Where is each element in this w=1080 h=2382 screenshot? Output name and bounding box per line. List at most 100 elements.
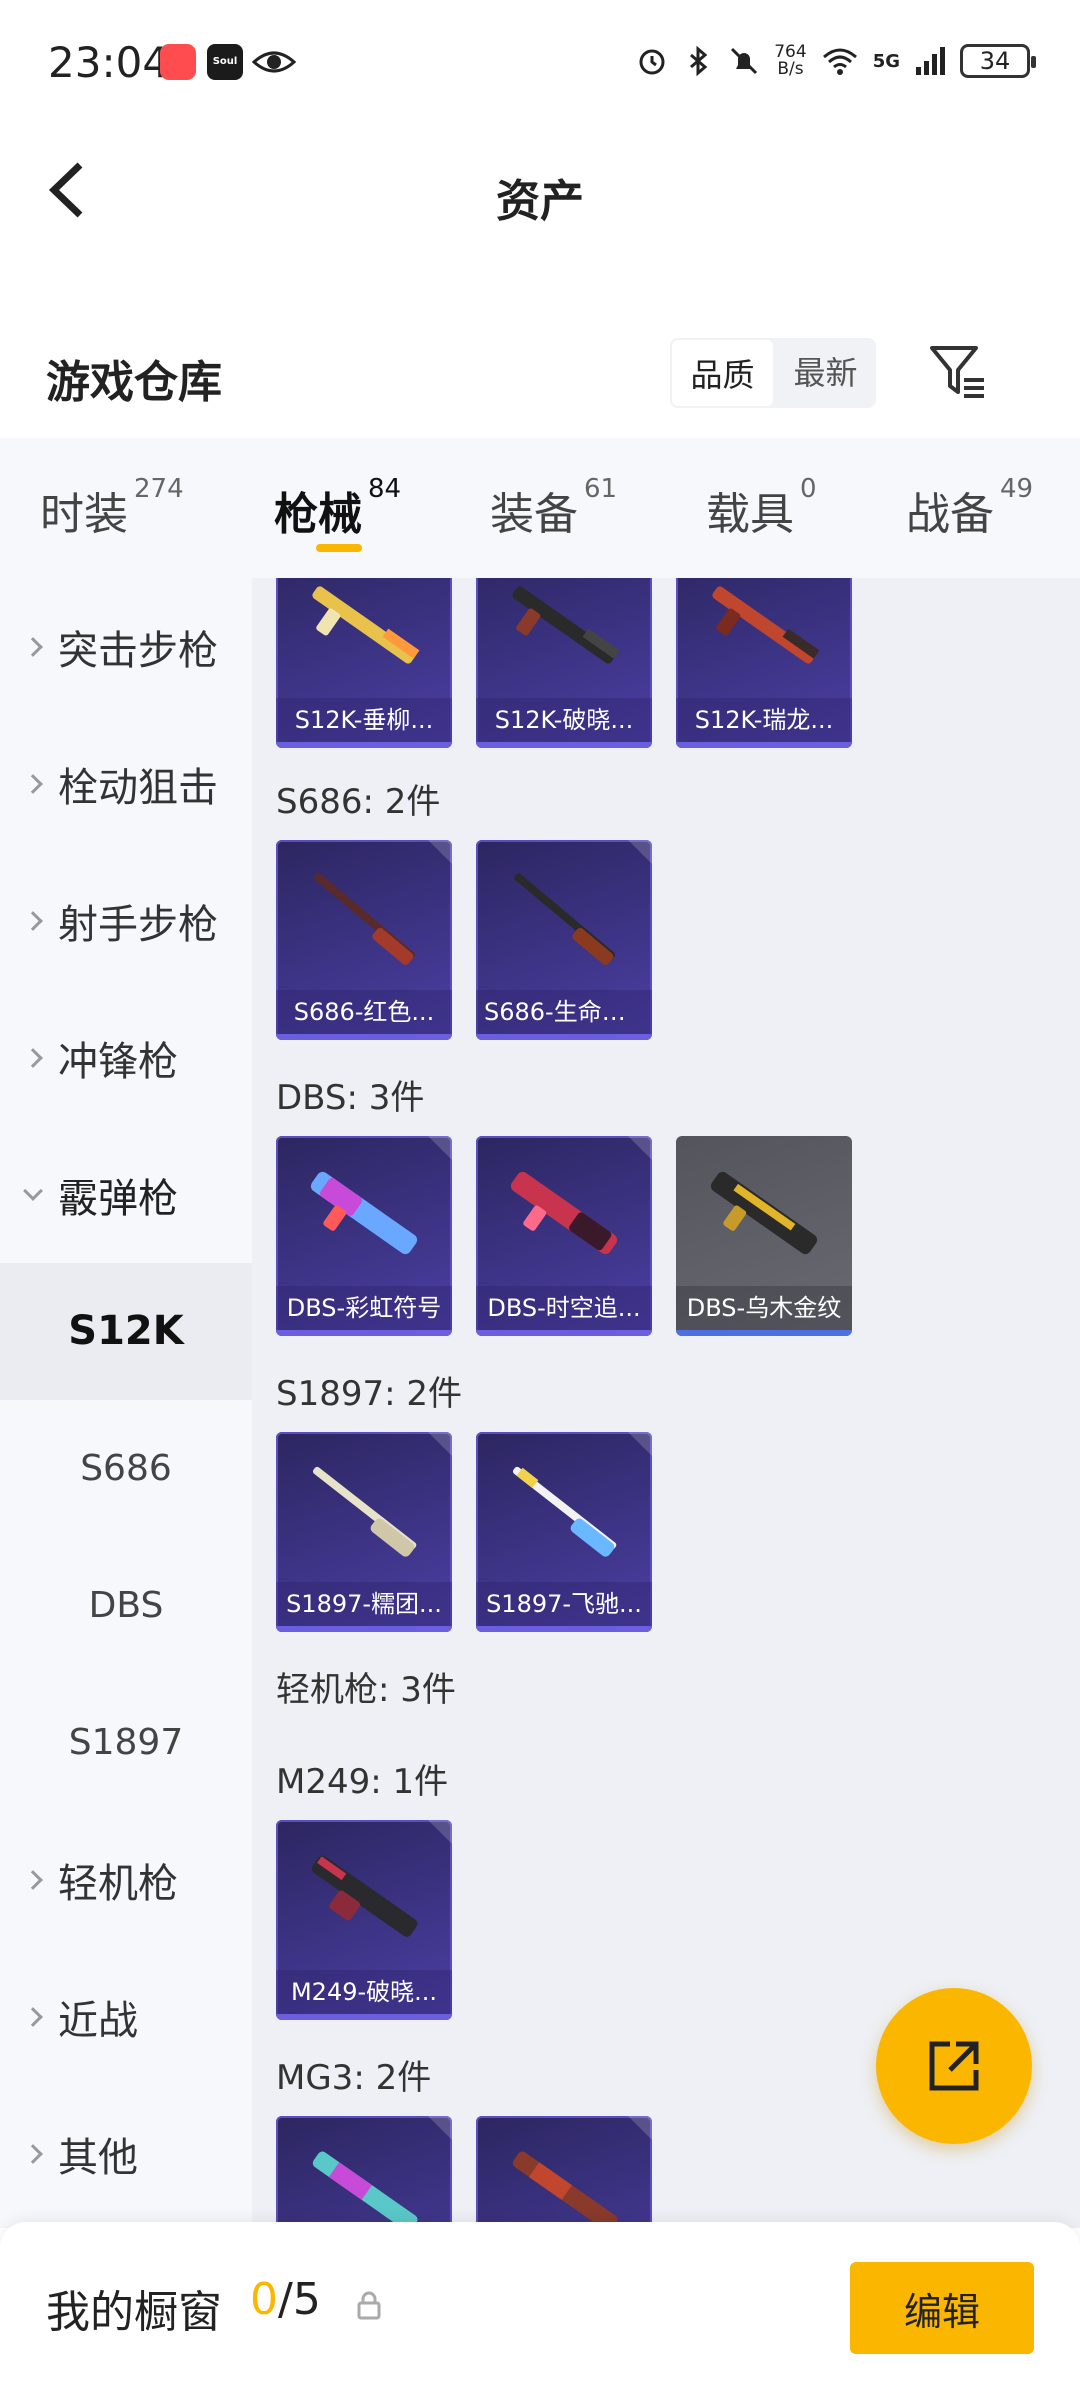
group-label: S686: 2件 — [276, 782, 441, 822]
weapon-skin-grid: S12K-垂柳... S12K-破晓... S12K-瑞龙... S686: 2… — [252, 578, 1080, 2228]
alarm-icon — [639, 49, 665, 75]
page-title: 资产 — [496, 176, 584, 227]
weapon-card[interactable] — [476, 2116, 652, 2228]
chevron-right-icon — [23, 773, 43, 794]
weapon-card[interactable]: DBS-时空追... — [476, 1136, 652, 1336]
showcase-label: 我的橱窗 — [46, 2287, 222, 2338]
chevron-right-icon — [23, 2006, 43, 2027]
sort-newest-option[interactable]: 最新 — [775, 338, 876, 408]
machine-gun-icon — [311, 1855, 418, 1937]
sidebar-item-other[interactable]: 其他 — [0, 2085, 252, 2222]
edit-button[interactable]: 编辑 — [850, 2262, 1034, 2354]
sidebar-item-label: 霰弹枪 — [58, 1175, 178, 1222]
weapon-card[interactable] — [276, 2116, 452, 2228]
network-type: 5G — [872, 50, 900, 72]
group-label: S1897: 2件 — [276, 1374, 463, 1414]
active-tab-indicator — [316, 544, 362, 552]
title-bar: 资产 — [0, 125, 1080, 255]
showcase-count: 0/5 — [250, 2274, 321, 2325]
tab-vehicles[interactable]: 载具 0 — [706, 474, 817, 542]
weapon-card[interactable]: M249-破晓... — [276, 1820, 452, 2020]
card-name: S1897-飞驰... — [476, 1582, 652, 1626]
sidebar-item-label: 突击步枪 — [58, 627, 218, 674]
card-name: S686-红色... — [276, 990, 452, 1034]
sort-toggle: 品质 最新 — [670, 338, 876, 408]
status-bar: 23:04 Soul 764 B/s 5G 34 — [0, 0, 1080, 125]
sidebar-item-assault-rifle[interactable]: 突击步枪 — [0, 578, 252, 715]
chevron-right-icon — [23, 2143, 43, 2164]
signal-icon — [916, 47, 945, 75]
battery-indicator: 34 — [960, 44, 1036, 78]
chevron-right-icon — [23, 1047, 43, 1068]
category-tabs: 时装 274 枪械 84 装备 61 载具 0 战备 49 — [0, 438, 1080, 578]
showcase-bar: 我的橱窗 0/5 编辑 — [0, 2222, 1080, 2382]
card-name: S12K-破晓... — [476, 698, 652, 742]
group-label: 轻机枪: 3件 — [276, 1670, 456, 1710]
soul-app-icon: Soul — [207, 44, 243, 80]
weapon-category-sidebar: 突击步枪 栓动狙击 射手步枪 冲锋枪 霰弹枪 S12K S686 DBS S18… — [0, 578, 252, 2228]
weapon-card[interactable]: S12K-瑞龙... — [676, 578, 852, 748]
shotgun-icon — [314, 873, 416, 965]
chevron-down-icon — [23, 1180, 43, 1201]
sidebar-item-smg[interactable]: 冲锋枪 — [0, 989, 252, 1126]
shotgun-icon — [514, 873, 616, 965]
sort-quality-option[interactable]: 品质 — [670, 338, 775, 408]
shotgun-icon — [710, 1171, 818, 1255]
weapon-card[interactable]: S12K-垂柳... — [276, 578, 452, 748]
sidebar-sub-s12k[interactable]: S12K — [0, 1263, 252, 1400]
weapon-card[interactable]: S686-红色... — [276, 840, 452, 1040]
rifle-icon — [512, 586, 620, 664]
share-fab[interactable] — [876, 1988, 1032, 2144]
tab-fashion[interactable]: 时装 274 — [40, 474, 184, 542]
filter-icon[interactable] — [926, 340, 990, 404]
shotgun-icon — [510, 1171, 618, 1255]
card-name: S12K-瑞龙... — [676, 698, 852, 742]
chevron-right-icon — [23, 636, 43, 657]
tab-firearms[interactable]: 枪械 84 — [274, 474, 401, 542]
rifle-icon — [312, 586, 420, 664]
tab-supplies[interactable]: 战备 49 — [906, 474, 1033, 542]
sidebar-sub-s686[interactable]: S686 — [0, 1400, 252, 1537]
sidebar-item-lmg[interactable]: 轻机枪 — [0, 1811, 252, 1948]
wifi-icon — [822, 48, 857, 75]
sidebar-item-shotgun[interactable]: 霰弹枪 — [0, 1126, 252, 1263]
sidebar-item-label: 其他 — [58, 2134, 138, 2181]
weapon-card[interactable]: S686-生命誓言 — [476, 840, 652, 1040]
weapon-card[interactable]: S1897-糯团... — [276, 1432, 452, 1632]
machine-gun-icon — [312, 2151, 418, 2228]
bluetooth-icon — [690, 45, 708, 77]
section-header: 游戏仓库 品质 最新 — [0, 310, 1080, 430]
sidebar-item-label: 轻机枪 — [58, 1860, 178, 1907]
group-label: DBS: 3件 — [276, 1078, 425, 1118]
rifle-icon — [712, 586, 820, 664]
sidebar-sub-s1897[interactable]: S1897 — [0, 1674, 252, 1811]
group-label: M249: 1件 — [276, 1762, 449, 1802]
sidebar-sub-dbs[interactable]: DBS — [0, 1537, 252, 1674]
machine-gun-icon — [512, 2151, 618, 2228]
weapon-card[interactable]: DBS-乌木金纹 — [676, 1136, 852, 1336]
section-title: 游戏仓库 — [46, 357, 222, 408]
card-name: M249-破晓... — [276, 1970, 452, 2014]
sidebar-item-label: 近战 — [58, 1997, 138, 2044]
shotgun-icon — [310, 1171, 418, 1255]
weapon-card[interactable]: DBS-彩虹符号 — [276, 1136, 452, 1336]
card-name: S12K-垂柳... — [276, 698, 452, 742]
shotgun-icon — [512, 1466, 617, 1557]
sidebar-item-label: 射手步枪 — [58, 901, 218, 948]
lock-icon — [357, 2291, 381, 2320]
sidebar-item-melee[interactable]: 近战 — [0, 1948, 252, 2085]
sidebar-item-label: 栓动狙击 — [58, 764, 218, 811]
weapon-card[interactable]: S1897-飞驰... — [476, 1432, 652, 1632]
shotgun-icon — [312, 1466, 417, 1557]
chevron-right-icon — [23, 1869, 43, 1890]
mute-bell-icon — [731, 47, 758, 75]
sidebar-item-bolt-sniper[interactable]: 栓动狙击 — [0, 715, 252, 852]
card-name: DBS-时空追... — [476, 1286, 652, 1330]
chevron-right-icon — [23, 910, 43, 931]
weapon-card[interactable]: S12K-破晓... — [476, 578, 652, 748]
sidebar-item-marksman-rifle[interactable]: 射手步枪 — [0, 852, 252, 989]
notification-app-icon — [160, 44, 196, 80]
tab-equipment[interactable]: 装备 61 — [490, 474, 617, 542]
network-speed: 764 B/s — [774, 42, 807, 79]
card-name: S1897-糯团... — [276, 1582, 452, 1626]
